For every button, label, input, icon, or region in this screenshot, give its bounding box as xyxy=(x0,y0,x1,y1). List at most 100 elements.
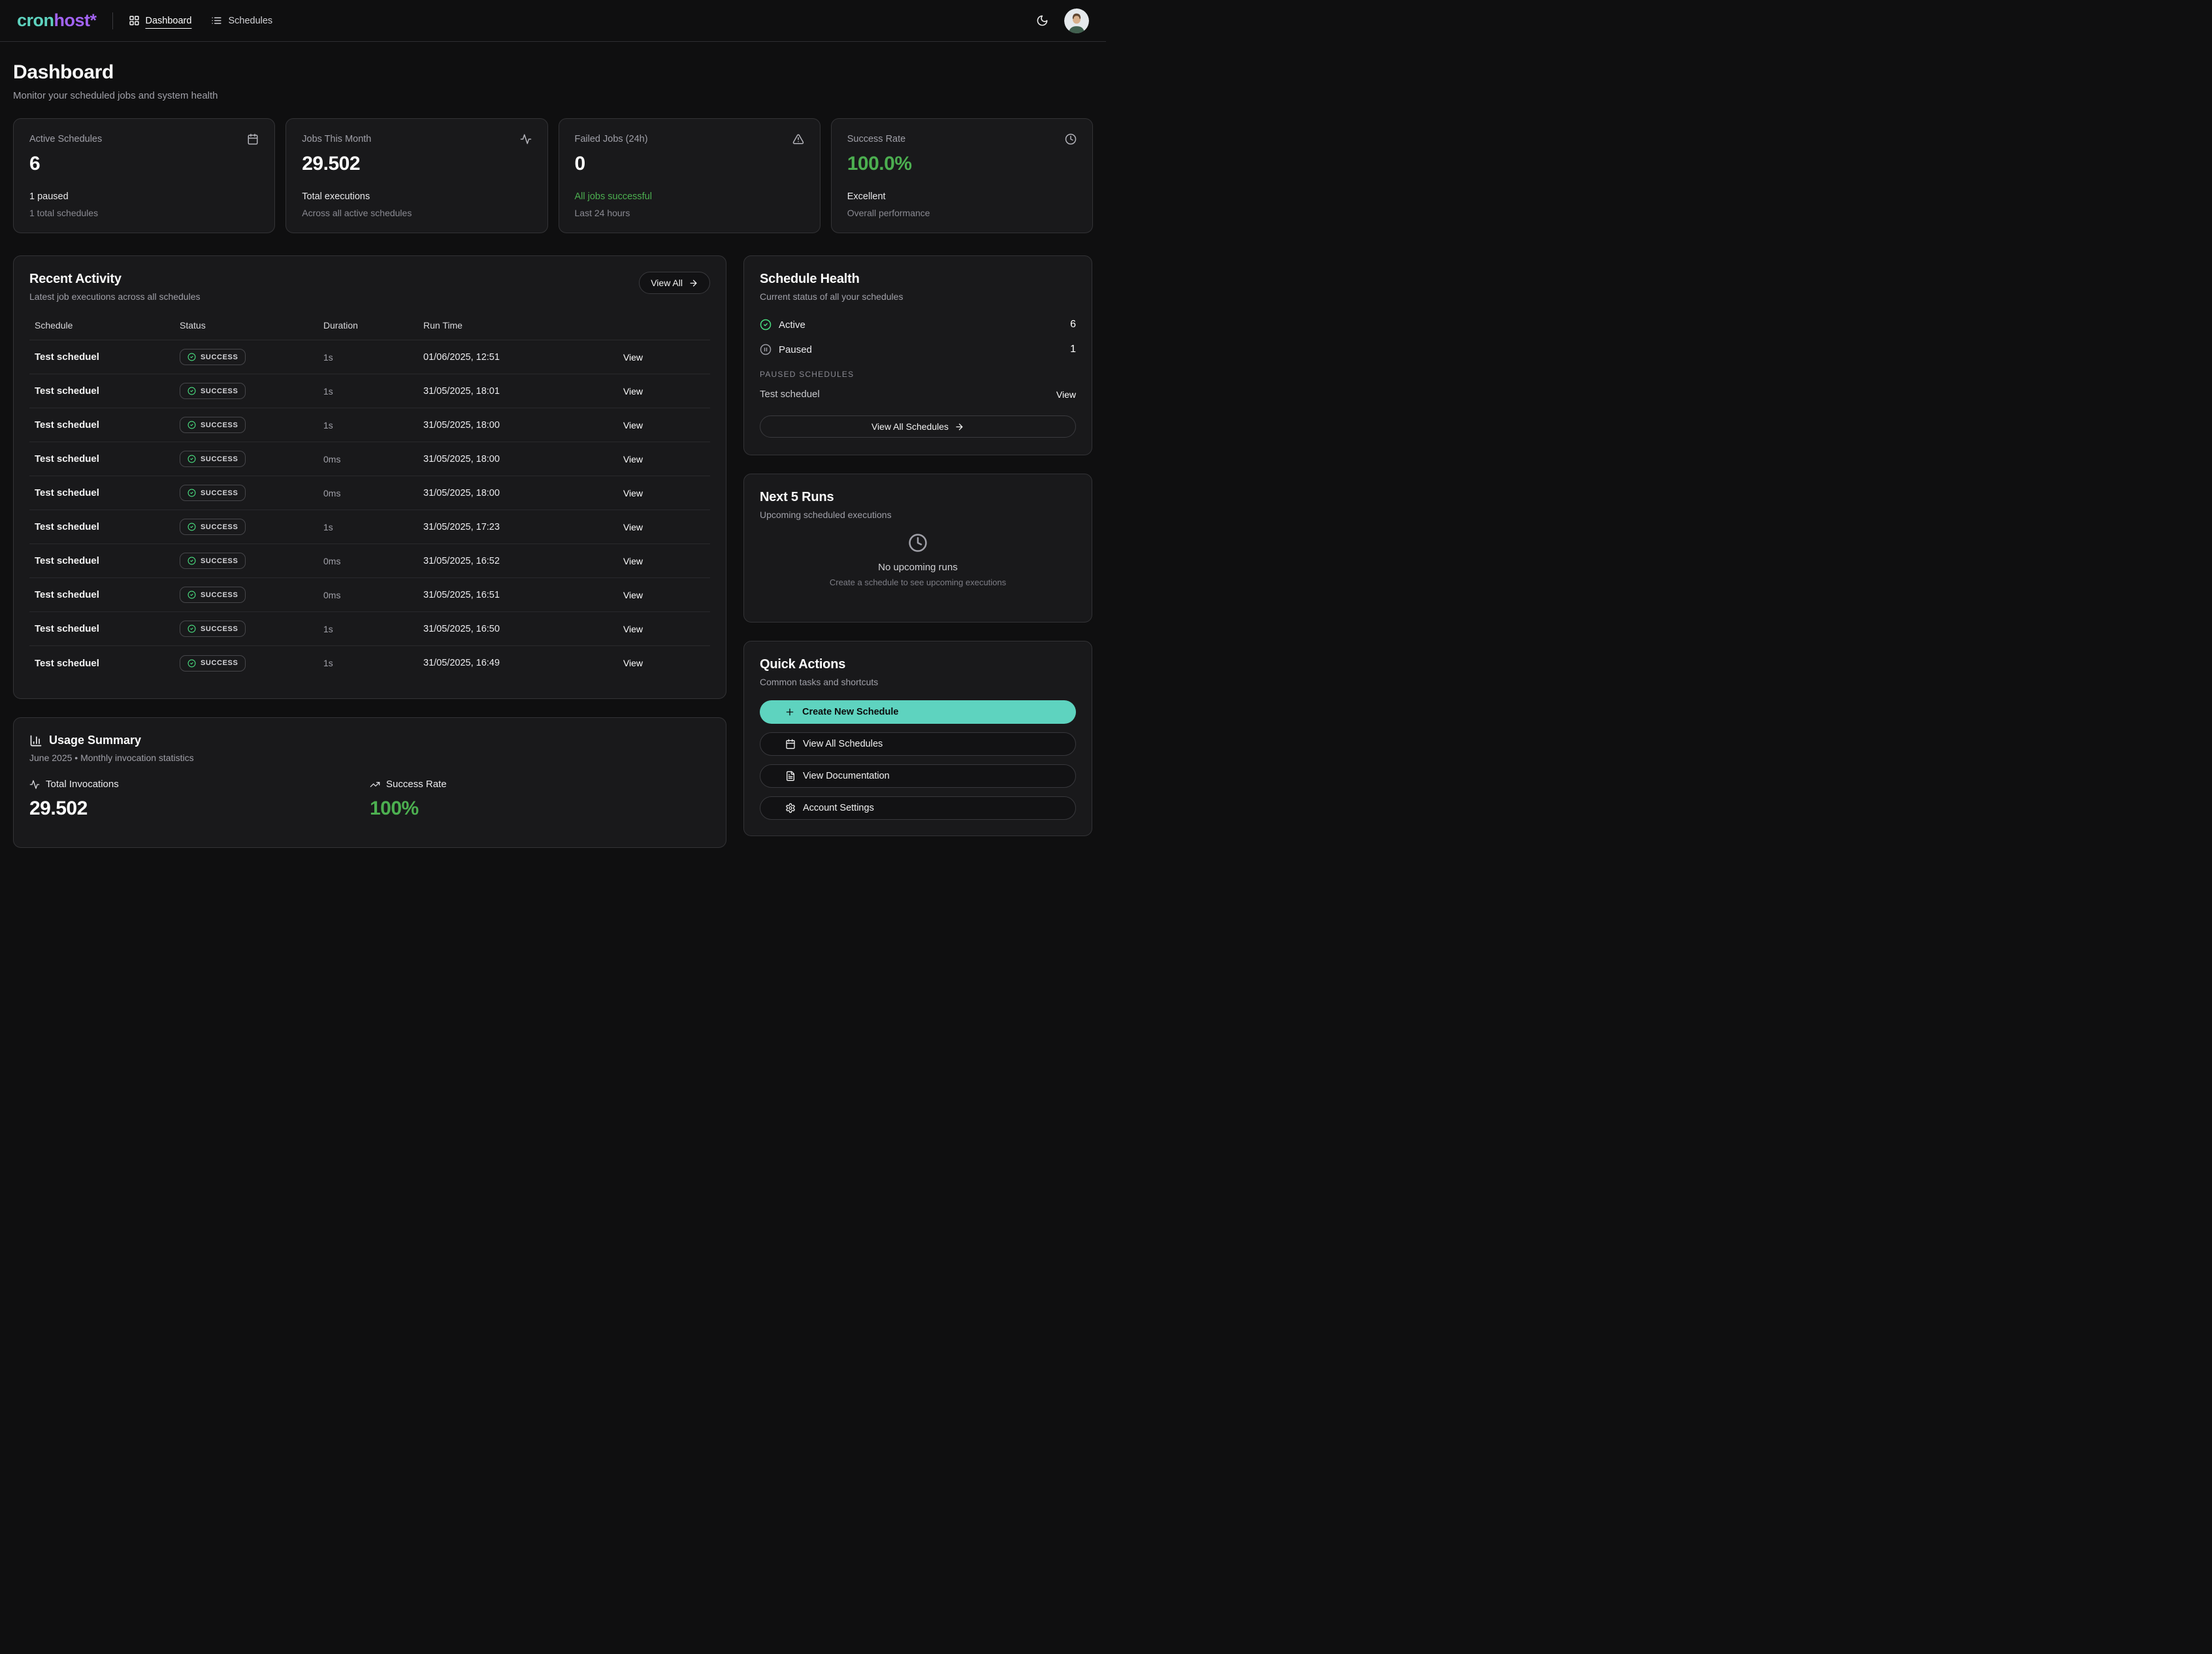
table-row: Test scheduel SUCCESS 1s 01/06/2025, 12:… xyxy=(29,340,710,374)
file-text-icon xyxy=(785,771,796,781)
brand-logo-primary: cron xyxy=(17,10,54,30)
stat-line2: Across all active schedules xyxy=(302,208,531,218)
success-rate-metric: Success Rate 100% xyxy=(370,779,710,820)
button-label: Account Settings xyxy=(803,803,874,813)
status-label: Paused xyxy=(779,344,812,355)
stat-value: 100.0% xyxy=(847,153,1077,175)
empty-state-title: No upcoming runs xyxy=(878,562,958,573)
stat-label: Jobs This Month xyxy=(302,134,371,144)
table-row: Test scheduel SUCCESS 0ms 31/05/2025, 18… xyxy=(29,476,710,510)
check-circle-icon xyxy=(187,591,196,599)
view-all-button[interactable]: View All xyxy=(639,272,710,294)
content-row: Recent Activity Latest job executions ac… xyxy=(13,255,1093,848)
table-row: Test scheduel SUCCESS 0ms 31/05/2025, 18… xyxy=(29,442,710,476)
view-link[interactable]: View xyxy=(551,352,710,363)
view-link[interactable]: View xyxy=(551,556,710,566)
quick-actions-panel: Quick Actions Common tasks and shortcuts… xyxy=(743,641,1092,836)
stat-line2: 1 total schedules xyxy=(29,208,259,218)
moon-icon xyxy=(1036,14,1049,27)
panel-title: Usage Summary xyxy=(49,734,141,747)
stat-card-success-rate: Success Rate 100.0% Excellent Overall pe… xyxy=(831,118,1093,233)
account-settings-button[interactable]: Account Settings xyxy=(760,796,1076,820)
status-badge: SUCCESS xyxy=(180,451,246,467)
nav-item-label: Dashboard xyxy=(146,16,192,26)
schedule-name: Test scheduel xyxy=(29,385,174,397)
paused-schedule-row: Test scheduel View xyxy=(760,389,1076,400)
stat-line1: All jobs successful xyxy=(575,191,804,202)
nav-item-label: Schedules xyxy=(228,16,272,26)
schedule-health-panel: Schedule Health Current status of all yo… xyxy=(743,255,1092,455)
panel-subtitle: Current status of all your schedules xyxy=(760,291,1076,302)
primary-nav: Dashboard Schedules xyxy=(129,15,273,26)
stat-line1: Total executions xyxy=(302,191,531,202)
user-avatar[interactable] xyxy=(1064,8,1089,33)
view-link[interactable]: View xyxy=(551,386,710,397)
view-link[interactable]: View xyxy=(551,624,710,634)
view-link[interactable]: View xyxy=(551,522,710,532)
status-badge: SUCCESS xyxy=(180,417,246,433)
status-badge: SUCCESS xyxy=(180,383,246,399)
view-documentation-button[interactable]: View Documentation xyxy=(760,764,1076,788)
button-label: View Documentation xyxy=(803,771,890,781)
run-time: 31/05/2025, 16:50 xyxy=(418,624,551,634)
nav-item-dashboard[interactable]: Dashboard xyxy=(129,15,192,26)
empty-state-caption: Create a schedule to see upcoming execut… xyxy=(830,577,1006,587)
nav-item-schedules[interactable]: Schedules xyxy=(211,15,272,26)
view-all-schedules-button[interactable]: View All Schedules xyxy=(760,732,1076,756)
page-subtitle: Monitor your scheduled jobs and system h… xyxy=(13,90,1093,101)
view-link[interactable]: View xyxy=(551,658,710,668)
brand-logo[interactable]: cronhost* xyxy=(17,12,97,29)
table-row: Test scheduel SUCCESS 1s 31/05/2025, 16:… xyxy=(29,646,710,680)
table-row: Test scheduel SUCCESS 1s 31/05/2025, 17:… xyxy=(29,510,710,544)
button-label: Create New Schedule xyxy=(802,707,898,717)
duration: 1s xyxy=(318,352,418,363)
column-header-duration: Duration xyxy=(318,320,418,331)
table-row: Test scheduel SUCCESS 1s 31/05/2025, 18:… xyxy=(29,374,710,408)
check-circle-icon xyxy=(187,387,196,395)
arrow-right-icon xyxy=(954,422,964,432)
check-circle-icon xyxy=(187,557,196,565)
empty-state: No upcoming runs Create a schedule to se… xyxy=(760,533,1076,587)
stat-value: 6 xyxy=(29,153,259,175)
button-label: View All Schedules xyxy=(871,421,949,432)
create-new-schedule-button[interactable]: Create New Schedule xyxy=(760,700,1076,724)
run-time: 31/05/2025, 18:00 xyxy=(418,488,551,498)
view-all-schedules-button[interactable]: View All Schedules xyxy=(760,415,1076,438)
next-runs-panel: Next 5 Runs Upcoming scheduled execution… xyxy=(743,474,1092,623)
top-nav: cronhost* Dashboard Schedules xyxy=(0,0,1106,42)
plus-icon xyxy=(785,707,795,717)
activity-icon xyxy=(29,779,40,790)
view-link[interactable]: View xyxy=(551,420,710,430)
panel-subtitle: Upcoming scheduled executions xyxy=(760,510,1076,520)
view-link[interactable]: View xyxy=(1056,389,1076,400)
clock-icon xyxy=(1065,133,1077,145)
metric-value: 29.502 xyxy=(29,798,370,820)
table-row: Test scheduel SUCCESS 0ms 31/05/2025, 16… xyxy=(29,544,710,578)
view-link[interactable]: View xyxy=(551,488,710,498)
paused-count: 1 xyxy=(1070,344,1076,355)
run-time: 31/05/2025, 18:00 xyxy=(418,420,551,430)
stat-card-jobs-this-month: Jobs This Month 29.502 Total executions … xyxy=(285,118,547,233)
panel-title: Quick Actions xyxy=(760,657,1076,672)
theme-toggle-button[interactable] xyxy=(1036,14,1049,27)
trending-up-icon xyxy=(370,779,380,790)
check-circle-icon xyxy=(187,421,196,429)
calendar-icon xyxy=(247,133,259,145)
check-circle-icon xyxy=(187,523,196,531)
arrow-right-icon xyxy=(689,278,698,288)
view-all-label: View All xyxy=(651,278,683,288)
paused-status-row: Paused 1 xyxy=(760,341,1076,358)
activity-icon xyxy=(520,133,532,145)
panel-title: Next 5 Runs xyxy=(760,490,1076,505)
status-label: Active xyxy=(779,319,805,331)
page-title: Dashboard xyxy=(13,61,1093,84)
duration: 1s xyxy=(318,420,418,430)
active-status-row: Active 6 xyxy=(760,316,1076,333)
calendar-icon xyxy=(785,739,796,749)
table-header: Schedule Status Duration Run Time xyxy=(29,320,710,340)
check-circle-icon xyxy=(187,624,196,633)
view-link[interactable]: View xyxy=(551,454,710,464)
view-link[interactable]: View xyxy=(551,590,710,600)
schedule-name: Test scheduel xyxy=(29,453,174,464)
dashboard-page: Dashboard Monitor your scheduled jobs an… xyxy=(0,61,1106,848)
